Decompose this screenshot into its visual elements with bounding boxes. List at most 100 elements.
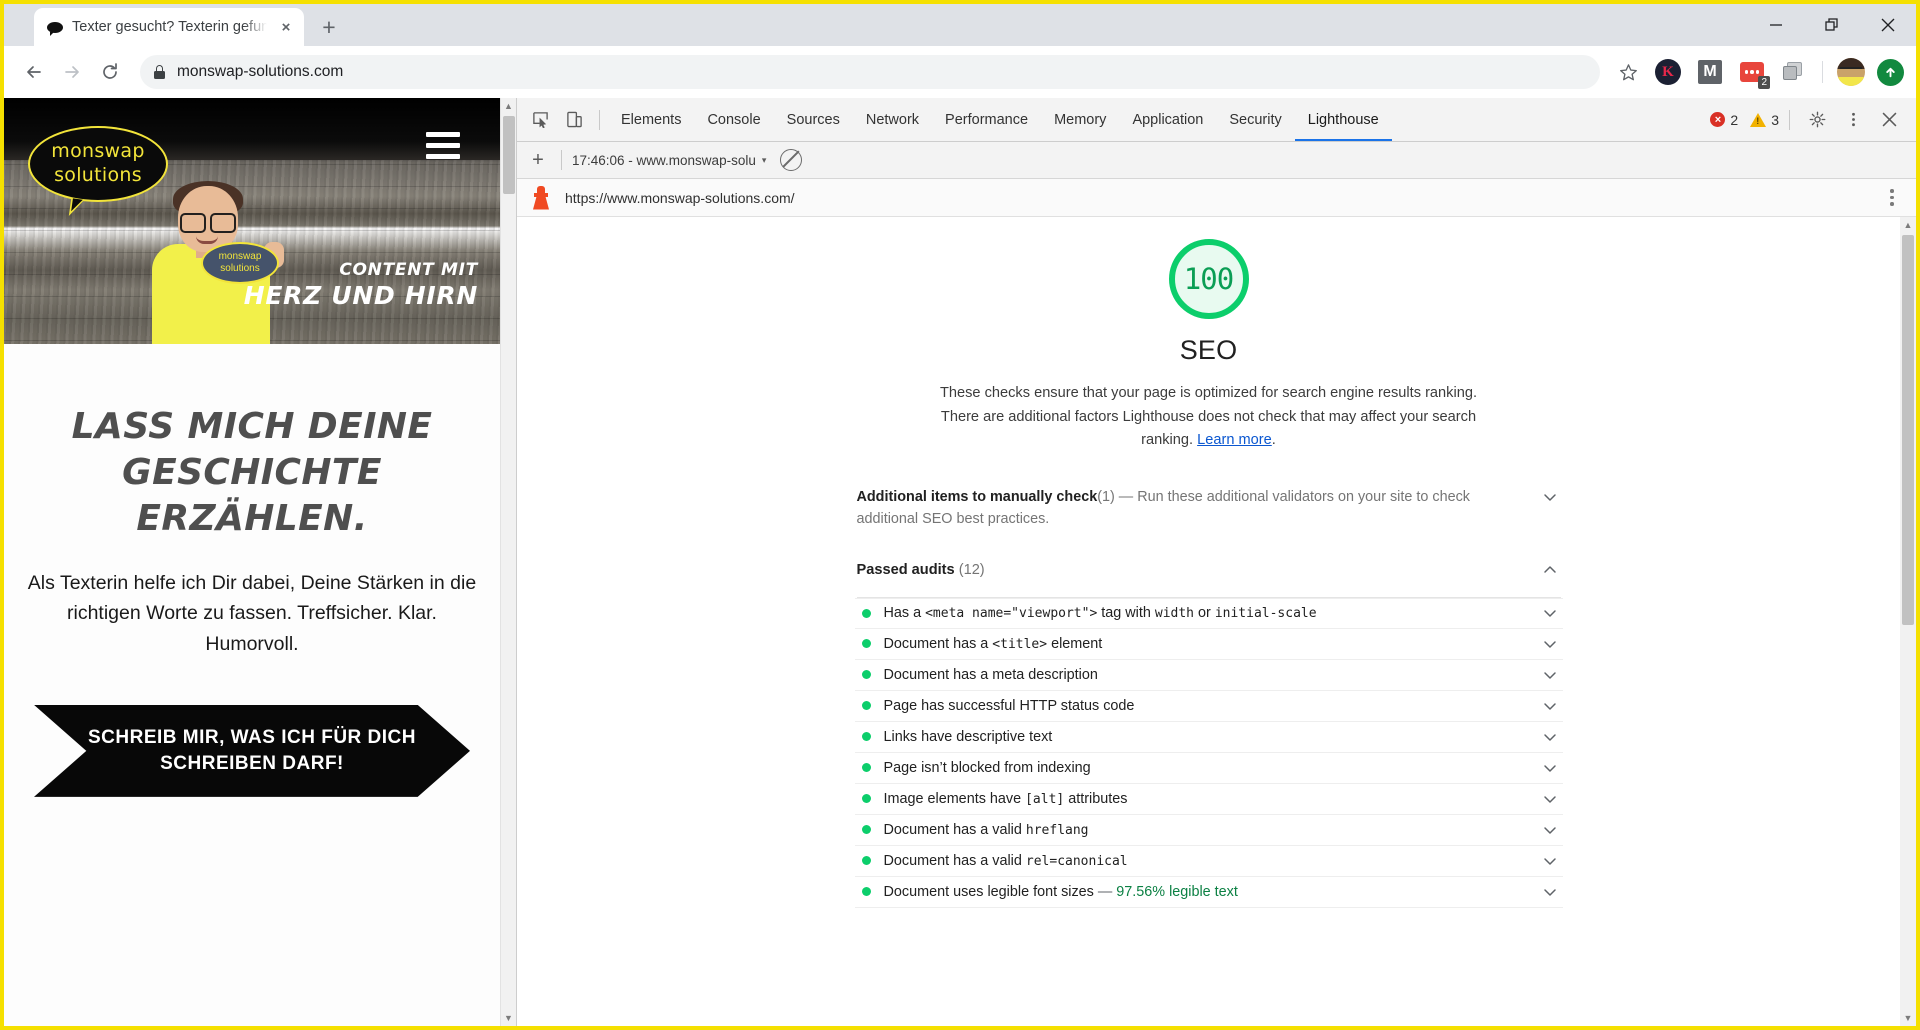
scroll-down-icon[interactable]: ▼ [1900,1010,1916,1026]
report-url: https://www.monswap-solutions.com/ [565,189,795,206]
page-scrollbar[interactable]: ▲ ▼ [500,98,516,1026]
chevron-down-icon[interactable] [1539,819,1561,841]
chevron-down-icon[interactable] [1539,850,1561,872]
chevron-down-icon[interactable] [1539,881,1561,903]
score-section: 100 SEO These checks ensure that your pa… [855,239,1563,453]
audit-title: Document has a valid hreflang [883,821,1089,838]
passed-audits-section[interactable]: Passed audits (12) [855,559,1563,581]
tab-memory[interactable]: Memory [1041,98,1119,141]
audit-pass-dot-icon [861,887,871,897]
lighthouse-toolbar: + 17:46:06 - www.monswap-solu ▾ [517,142,1916,179]
chevron-down-icon[interactable] [1539,726,1561,748]
warning-count[interactable]: 3 [1750,112,1779,128]
audit-row[interactable]: Document has a <title> element [854,629,1563,660]
audit-row[interactable]: Document has a valid rel=canonical [854,846,1563,877]
audit-row[interactable]: Image elements have [alt] attributes [854,784,1563,815]
address-bar[interactable]: monswap-solutions.com [140,55,1600,89]
chevron-down-icon[interactable] [1539,757,1561,779]
audit-row[interactable]: Page isn’t blocked from indexing [854,753,1563,784]
manual-check-section[interactable]: Additional items to manually check(1) — … [855,486,1563,531]
profile-avatar[interactable] [1837,58,1865,86]
upload-arrow-icon[interactable] [1877,58,1904,86]
website-viewport: monswap solutions monswap solutions CONT… [4,98,516,1026]
chevron-up-icon[interactable] [1539,559,1561,581]
content-split: monswap solutions monswap solutions CONT… [4,98,1916,1026]
audit-row[interactable]: Document has a valid hreflang [854,815,1563,846]
website-page: monswap solutions monswap solutions CONT… [4,98,500,1026]
chevron-down-icon[interactable] [1539,695,1561,717]
report-selector-value: 17:46:06 - www.monswap-solu [572,152,756,168]
inspect-element-icon[interactable] [525,105,555,135]
audit-pass-dot-icon [861,670,871,680]
new-report-button[interactable]: + [525,147,551,173]
chevron-down-icon[interactable] [1539,788,1561,810]
tab-performance[interactable]: Performance [932,98,1041,141]
audit-row[interactable]: Has a <meta name="viewport"> tag with wi… [854,597,1563,629]
tab-security[interactable]: Security [1216,98,1294,141]
manual-check-dash: — [1114,488,1138,505]
restore-icon[interactable] [1804,4,1860,46]
audit-title: Links have descriptive text [883,728,1053,745]
audit-title: Document uses legible font sizes — 97.56… [883,883,1238,900]
report-options-icon[interactable] [1882,189,1902,206]
audit-title: Document has a <title> element [883,635,1103,652]
audit-row[interactable]: Page has successful HTTP status code [854,691,1563,722]
device-toolbar-icon[interactable] [559,105,589,135]
back-button[interactable] [16,54,52,90]
forward-button[interactable] [54,54,90,90]
audit-pass-dot-icon [861,794,871,804]
kebab-menu-icon[interactable] [1838,105,1868,135]
tab-sources[interactable]: Sources [774,98,853,141]
new-tab-button[interactable]: + [312,10,346,44]
browser-tab[interactable]: Texter gesucht? Texterin gefunde × [34,8,304,46]
report-selector[interactable]: 17:46:06 - www.monswap-solu ▾ [572,153,766,168]
lighthouse-icon [531,185,551,210]
bookmark-star-icon[interactable] [1610,54,1646,90]
extension-dots-icon[interactable]: 2 [1737,57,1770,89]
cta-banner[interactable]: SCHREIB MIR, WAS ICH FÜR DICH SCHREIBEN … [34,704,470,797]
close-icon[interactable] [1860,4,1916,46]
site-logo[interactable]: monswap solutions [28,126,168,202]
hamburger-menu-icon[interactable] [426,132,460,165]
reload-button[interactable] [92,54,128,90]
extension-badge-count: 2 [1758,76,1770,89]
clear-all-icon[interactable] [780,149,803,171]
report-scrollbar[interactable]: ▲ ▼ [1900,217,1916,1026]
audit-row[interactable]: Document has a meta description [854,660,1563,691]
error-count[interactable]: × 2 [1710,112,1738,128]
audit-list: Has a <meta name="viewport"> tag with wi… [854,597,1563,908]
scrollbar-thumb[interactable] [502,116,515,194]
extension-k-icon[interactable]: K [1653,57,1683,87]
extension-gmail-icon[interactable]: M [1695,57,1725,87]
minimize-icon[interactable] [1748,4,1804,46]
tab-application[interactable]: Application [1119,98,1216,141]
scrollbar-thumb[interactable] [1902,235,1914,625]
audit-row[interactable]: Document uses legible font sizes — 97.56… [854,877,1563,908]
audit-pass-dot-icon [861,825,871,835]
devtools-panel: Elements Console Sources Network Perform… [516,98,1916,1026]
learn-more-link[interactable]: Learn more [1197,432,1272,448]
warning-count-value: 3 [1771,111,1779,128]
tab-close-icon[interactable]: × [276,17,296,37]
audit-title: Image elements have [alt] attributes [883,790,1128,807]
tab-lighthouse[interactable]: Lighthouse [1295,98,1392,141]
scroll-down-icon[interactable]: ▼ [501,1010,517,1026]
tab-elements[interactable]: Elements [608,98,694,141]
tab-console[interactable]: Console [694,98,773,141]
tab-network[interactable]: Network [853,98,932,141]
audit-row[interactable]: Links have descriptive text [854,722,1563,753]
audit-pass-dot-icon [861,763,871,773]
chevron-down-icon[interactable] [1539,602,1561,624]
site-logo-line2: solutions [54,164,142,186]
extension-copy-icon[interactable] [1779,57,1809,87]
gear-icon[interactable] [1802,105,1832,135]
extension-gmail-label: M [1698,60,1722,84]
chevron-down-icon[interactable] [1539,633,1561,655]
passed-audits-label: Passed audits [856,561,955,578]
devtools-close-icon[interactable] [1874,105,1904,135]
passed-audits-count: (12) [958,561,985,578]
chevron-down-icon[interactable] [1539,486,1561,508]
chevron-down-icon[interactable] [1539,664,1561,686]
scroll-up-icon[interactable]: ▲ [1900,217,1916,233]
scroll-up-icon[interactable]: ▲ [501,98,517,114]
